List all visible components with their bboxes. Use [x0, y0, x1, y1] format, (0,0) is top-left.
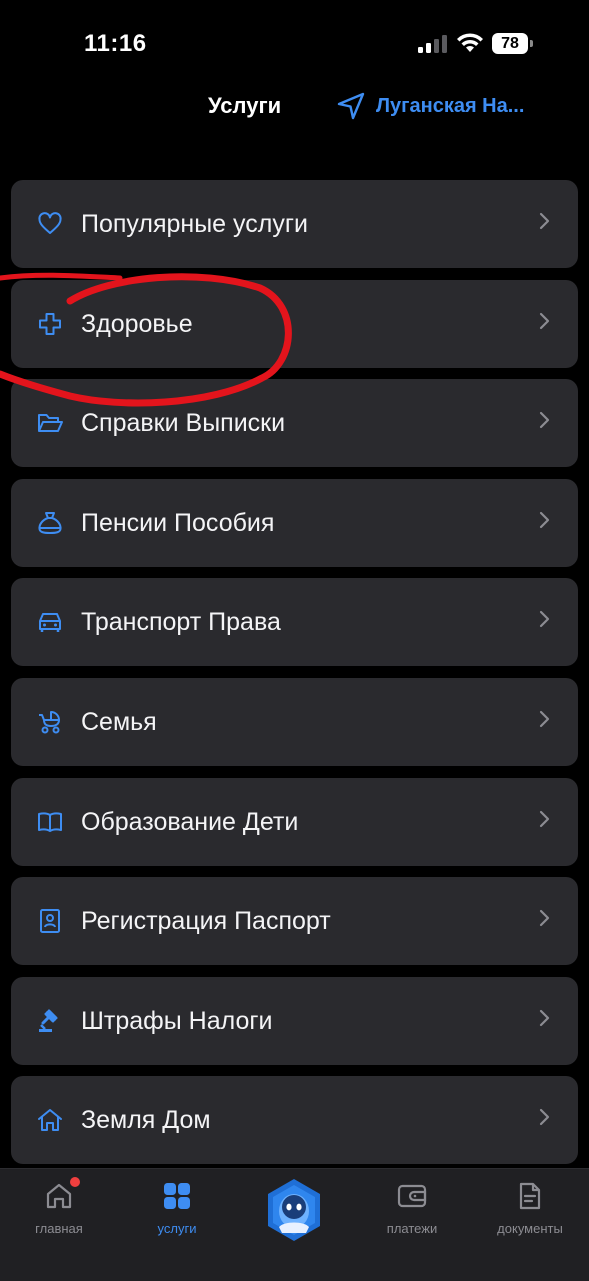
notification-dot — [70, 1177, 80, 1187]
chevron-right-icon — [539, 710, 550, 728]
car-icon — [37, 609, 63, 635]
service-item-label: Транспорт Права — [81, 608, 281, 637]
service-item-education[interactable]: Образование Дети — [11, 777, 578, 866]
battery-level: 78 — [492, 33, 528, 54]
service-item-certificates[interactable]: Справки Выписки — [11, 379, 578, 468]
service-item-label: Образование Дети — [81, 807, 299, 836]
tab-payments-label: платежи — [386, 1221, 438, 1236]
tab-home-label: главная — [35, 1221, 83, 1236]
tab-services[interactable]: услуги — [122, 1181, 232, 1236]
service-item-label: Семья — [81, 707, 157, 736]
tab-bar: главная услуги платежи документы — [0, 1168, 589, 1281]
wallet-icon — [397, 1181, 427, 1211]
chevron-right-icon — [539, 910, 550, 927]
gavel-icon — [37, 1008, 63, 1034]
page-title: Услуги — [208, 93, 282, 118]
document-icon — [515, 1181, 545, 1211]
service-item-land[interactable]: Земля Дом — [11, 1076, 578, 1165]
service-item-fines[interactable]: Штрафы Налоги — [11, 976, 578, 1065]
stroller-icon — [37, 709, 63, 735]
service-item-label: Штрафы Налоги — [81, 1006, 273, 1035]
service-item-label: Пенсии Пособия — [81, 508, 275, 537]
cellular-signal-icon — [418, 35, 447, 53]
house-icon — [37, 1107, 63, 1133]
status-bar: 11:16 78 — [0, 0, 589, 80]
battery-icon: 78 — [492, 33, 534, 54]
tab-documents[interactable]: документы — [475, 1181, 585, 1236]
service-item-label: Здоровье — [81, 309, 193, 338]
chevron-right-icon — [539, 1009, 550, 1026]
chevron-right-icon — [539, 1109, 550, 1126]
book-icon — [37, 809, 63, 835]
chevron-right-icon — [539, 312, 550, 329]
location-label: Луганская На... — [376, 94, 525, 117]
tab-home[interactable]: главная — [4, 1177, 114, 1236]
location-arrow-icon — [337, 92, 365, 120]
service-item-transport[interactable]: Транспорт Права — [11, 578, 578, 667]
header: Услуги Луганская На... — [0, 80, 589, 140]
medical-cross-icon — [37, 311, 63, 337]
service-item-label: Регистрация Паспорт — [81, 907, 331, 936]
id-card-icon — [37, 908, 63, 934]
home-icon — [44, 1177, 80, 1211]
assistant-button[interactable] — [264, 1177, 324, 1243]
service-item-pensions[interactable]: Пенсии Пособия — [11, 478, 578, 567]
service-item-label: Справки Выписки — [81, 409, 286, 438]
service-item-popular[interactable]: Популярные услуги — [11, 180, 578, 268]
wifi-icon — [457, 33, 483, 52]
service-item-family[interactable]: Семья — [11, 677, 578, 766]
tab-documents-label: документы — [497, 1221, 563, 1236]
grid-icon — [162, 1181, 192, 1211]
chevron-right-icon — [539, 212, 550, 230]
service-item-label: Популярные услуги — [81, 210, 308, 238]
money-bag-icon — [37, 510, 63, 536]
robot-assistant-icon — [268, 1179, 320, 1241]
chevron-right-icon — [539, 810, 550, 827]
tab-payments[interactable]: платежи — [357, 1181, 467, 1236]
chevron-right-icon — [539, 412, 550, 429]
chevron-right-icon — [539, 611, 550, 628]
chevron-right-icon — [539, 511, 550, 528]
location-selector[interactable]: Луганская На... — [336, 90, 524, 122]
service-item-registration[interactable]: Регистрация Паспорт — [11, 877, 578, 966]
status-time: 11:16 — [84, 30, 147, 57]
services-list: Популярные услуги Здоровье Справки Выпис… — [11, 180, 578, 1176]
folder-icon — [37, 410, 63, 436]
heart-icon — [37, 211, 63, 237]
tab-services-label: услуги — [157, 1221, 197, 1236]
service-item-health[interactable]: Здоровье — [11, 279, 578, 368]
service-item-label: Земля Дом — [81, 1106, 211, 1135]
